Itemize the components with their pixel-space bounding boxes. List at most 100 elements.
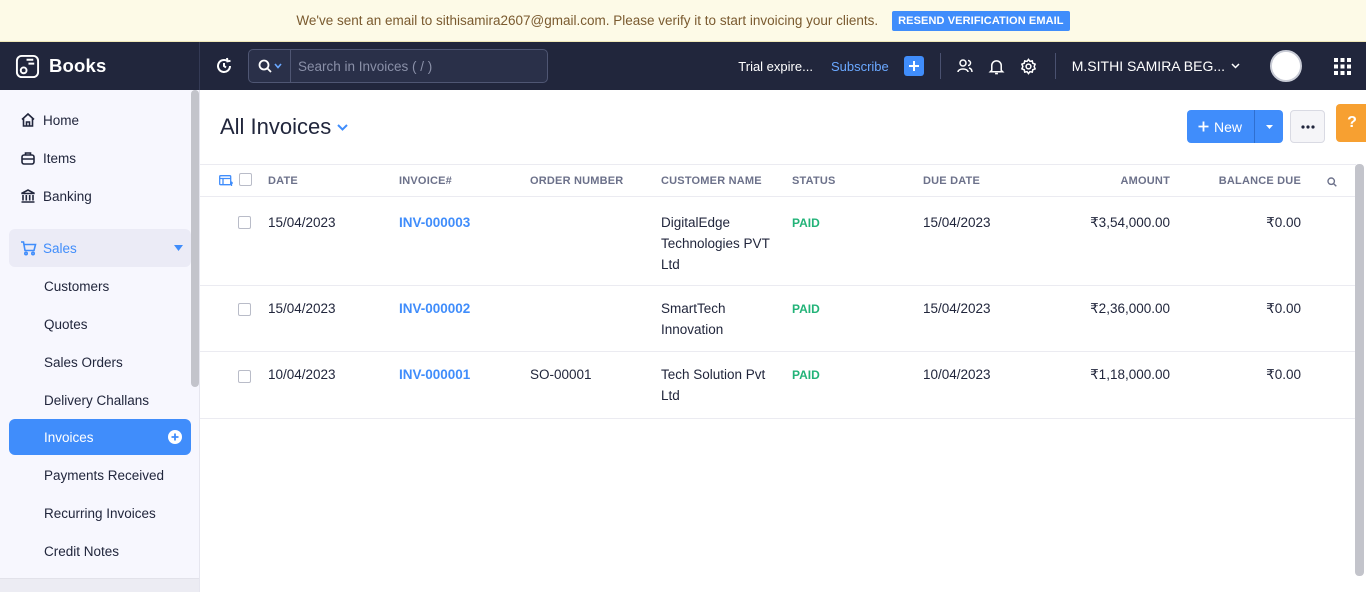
- trial-status: Trial expire...: [738, 58, 813, 74]
- column-header-order-number[interactable]: ORDER NUMBER: [530, 175, 623, 187]
- invoice-link[interactable]: INV-000001: [399, 364, 470, 385]
- select-all-checkbox[interactable]: [239, 173, 252, 186]
- column-header-balance-due[interactable]: BALANCE DUE: [1201, 175, 1301, 187]
- view-selector[interactable]: All Invoices: [220, 114, 348, 140]
- cell-amount: ₹2,36,000.00: [1090, 301, 1170, 316]
- cell-customer-name[interactable]: Tech Solution Pvt Ltd: [661, 364, 773, 406]
- sidebar-item-label: Customers: [44, 278, 110, 294]
- invoice-link[interactable]: INV-000003: [399, 212, 470, 233]
- table-row[interactable]: 15/04/2023 INV-000002 SmartTech Innovati…: [200, 286, 1356, 352]
- sidebar-item-items[interactable]: Items: [9, 140, 191, 176]
- sidebar-item-delivery-challans[interactable]: Delivery Challans: [9, 382, 191, 418]
- app-launcher-button[interactable]: [1318, 42, 1366, 90]
- sidebar-item-sales-orders[interactable]: Sales Orders: [9, 344, 191, 380]
- column-header-amount[interactable]: AMOUNT: [1070, 175, 1170, 187]
- search-input[interactable]: [291, 50, 547, 82]
- table-row[interactable]: 10/04/2023 INV-000001 SO-00001 Tech Solu…: [200, 352, 1356, 419]
- search-scope-dropdown[interactable]: [249, 50, 291, 82]
- sidebar-scrollbar[interactable]: [191, 90, 199, 387]
- cell-date: 10/04/2023: [268, 367, 336, 382]
- search-icon: [258, 59, 272, 73]
- history-icon: [217, 57, 231, 73]
- resend-verification-button[interactable]: RESEND VERIFICATION EMAIL: [892, 10, 1070, 31]
- topbar-right-section: Trial expire... Subscribe M.SITHI SAMIRA…: [738, 42, 1366, 90]
- column-header-customer-name[interactable]: CUSTOMER NAME: [661, 175, 762, 187]
- row-checkbox[interactable]: [238, 216, 251, 229]
- invoice-link[interactable]: INV-000002: [399, 298, 470, 319]
- cell-customer-name[interactable]: DigitalEdge Technologies PVT Ltd: [661, 212, 779, 275]
- new-invoice-button[interactable]: New: [1187, 110, 1256, 143]
- sidebar-item-label: Quotes: [44, 316, 88, 332]
- quick-create-button[interactable]: [903, 56, 924, 76]
- bell-icon: [988, 59, 1005, 74]
- organization-switcher[interactable]: M.SITHI SAMIRA BEG...: [1056, 58, 1256, 74]
- row-checkbox[interactable]: [238, 303, 251, 316]
- sidebar-item-quotes[interactable]: Quotes: [9, 306, 191, 342]
- notifications-button[interactable]: [981, 50, 1013, 82]
- new-options-dropdown[interactable]: [1255, 110, 1284, 143]
- column-header-status[interactable]: STATUS: [792, 175, 836, 187]
- sidebar-item-label: Recurring Invoices: [44, 505, 156, 521]
- add-invoice-icon[interactable]: [168, 430, 182, 444]
- sidebar-collapse-bar[interactable]: [0, 578, 199, 592]
- cell-amount: ₹1,18,000.00: [1090, 367, 1170, 382]
- chevron-down-icon: [1231, 63, 1240, 69]
- sidebar-item-label: Items: [43, 150, 77, 166]
- cell-balance-due: ₹0.00: [1266, 301, 1301, 316]
- column-settings-icon[interactable]: [219, 175, 234, 187]
- user-icon: [1272, 52, 1300, 80]
- sidebar-item-recurring-invoices[interactable]: Recurring Invoices: [9, 495, 191, 531]
- organization-name: M.SITHI SAMIRA BEG...: [1071, 58, 1225, 74]
- sidebar-item-home[interactable]: Home: [9, 102, 191, 138]
- sidebar-item-label: Sales: [43, 240, 77, 256]
- grid-icon: [1333, 57, 1351, 75]
- sidebar: Home Items Banking Sales Customers Quote…: [0, 90, 200, 592]
- column-header-invoice[interactable]: INVOICE#: [399, 175, 452, 187]
- plus-icon: [1198, 121, 1209, 132]
- main-content: All Invoices New ? DATE INVOICE# ORDER N…: [200, 90, 1366, 592]
- status-badge: PAID: [792, 368, 820, 382]
- main-scrollbar[interactable]: [1355, 164, 1364, 576]
- sidebar-item-credit-notes[interactable]: Credit Notes: [9, 533, 191, 569]
- sidebar-item-invoices[interactable]: Invoices: [9, 419, 191, 455]
- sidebar-item-sales[interactable]: Sales: [9, 229, 191, 267]
- column-header-date[interactable]: DATE: [268, 175, 298, 187]
- help-label: ?: [1347, 114, 1357, 131]
- books-logo-icon: [15, 54, 40, 78]
- sidebar-item-label: Banking: [43, 188, 92, 204]
- subscribe-link[interactable]: Subscribe: [831, 59, 889, 74]
- sidebar-item-label: Invoices: [44, 429, 94, 445]
- sidebar-item-banking[interactable]: Banking: [9, 178, 191, 214]
- sidebar-item-label: Delivery Challans: [44, 392, 150, 408]
- sidebar-item-payments-received[interactable]: Payments Received: [9, 457, 191, 493]
- cell-due-date: 15/04/2023: [923, 215, 991, 230]
- plus-icon: [908, 61, 919, 71]
- cart-icon: [16, 240, 40, 256]
- search-icon[interactable]: [1327, 177, 1337, 187]
- cell-customer-name[interactable]: SmartTech Innovation: [661, 298, 741, 340]
- refer-friends-button[interactable]: [949, 50, 981, 82]
- sidebar-item-customers[interactable]: Customers: [9, 268, 191, 304]
- cell-balance-due: ₹0.00: [1266, 215, 1301, 230]
- cell-order-number[interactable]: SO-00001: [530, 364, 592, 385]
- user-avatar[interactable]: [1270, 50, 1302, 82]
- divider: [939, 53, 941, 79]
- chevron-down-icon: [337, 123, 348, 131]
- more-options-button[interactable]: [1290, 110, 1325, 143]
- home-icon: [16, 112, 40, 128]
- bank-icon: [16, 188, 40, 204]
- caret-down-icon: [1265, 124, 1273, 129]
- more-horizontal-icon: [1300, 124, 1315, 129]
- top-navigation-bar: Books Trial expire... Subscribe: [0, 42, 1366, 90]
- app-brand[interactable]: Books: [0, 42, 200, 90]
- table-header: DATE INVOICE# ORDER NUMBER CUSTOMER NAME…: [200, 164, 1356, 197]
- caret-down-icon: [174, 245, 183, 251]
- table-row[interactable]: 15/04/2023 INV-000003 DigitalEdge Techno…: [200, 197, 1356, 286]
- row-checkbox[interactable]: [238, 370, 251, 383]
- recent-history-button[interactable]: [200, 42, 248, 90]
- sidebar-item-label: Payments Received: [44, 467, 165, 483]
- status-badge: PAID: [792, 216, 820, 230]
- help-button[interactable]: ?: [1336, 104, 1366, 142]
- column-header-due-date[interactable]: DUE DATE: [923, 175, 980, 187]
- settings-button[interactable]: [1013, 50, 1045, 82]
